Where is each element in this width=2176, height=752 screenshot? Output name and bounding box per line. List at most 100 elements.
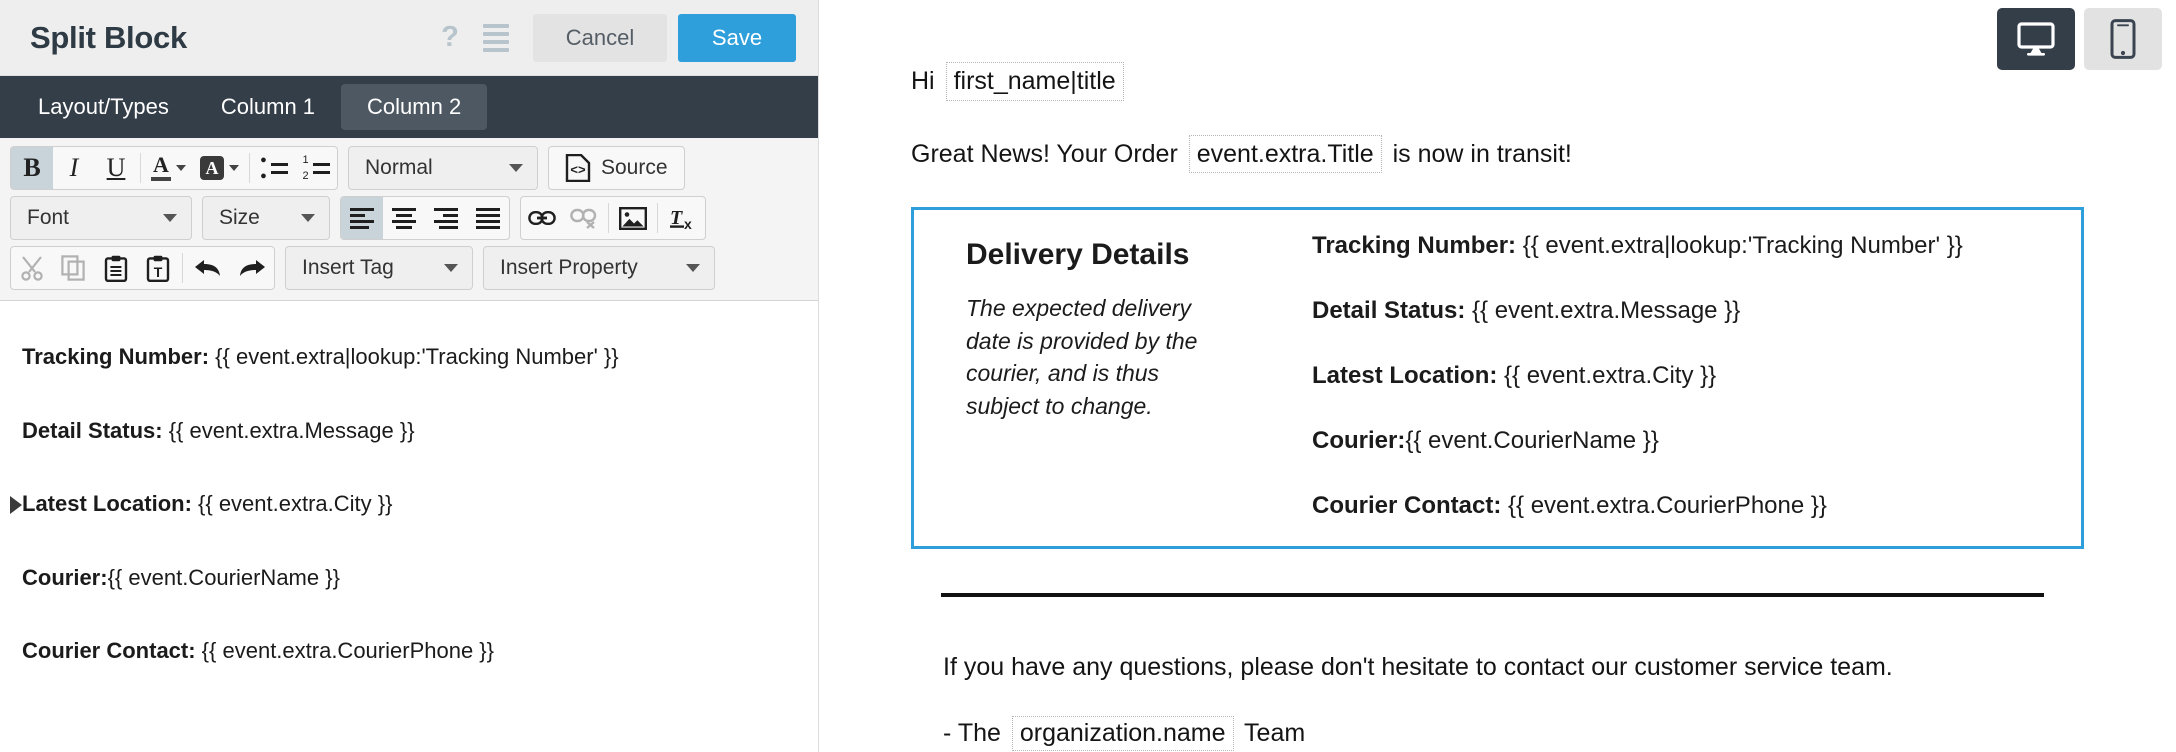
detail-row-label: Courier Contact: xyxy=(1312,492,1502,519)
source-button-label: Source xyxy=(601,156,668,179)
merge-tag-first-name[interactable]: first_name|title xyxy=(945,62,1124,101)
tab-bar: Layout/Types Column 1 Column 2 xyxy=(0,76,818,138)
delivery-details-left-column[interactable]: Delivery Details The expected delivery d… xyxy=(944,232,1296,423)
editor-line[interactable]: Courier Contact: {{ event.extra.CourierP… xyxy=(22,637,796,665)
detail-row: Latest Location: {{ event.extra.City }} xyxy=(1312,362,2051,390)
merge-tag-organization-name[interactable]: organization.name xyxy=(1011,716,1234,751)
editor-line[interactable]: Detail Status: {{ event.extra.Message }} xyxy=(22,417,796,445)
insert-group: T x xyxy=(520,196,706,240)
underline-icon: U xyxy=(106,153,126,182)
source-code-icon: <> xyxy=(565,154,591,182)
hamburger-icon[interactable] xyxy=(479,21,513,55)
detail-row-label: Courier: xyxy=(1312,427,1406,454)
background-color-button[interactable]: A xyxy=(193,147,246,189)
italic-button[interactable]: I xyxy=(53,147,95,189)
order-prefix: Great News! Your Order xyxy=(911,139,1185,168)
text-color-button[interactable]: A xyxy=(144,147,193,189)
align-left-button[interactable] xyxy=(341,197,383,239)
bold-button[interactable]: B xyxy=(11,147,53,189)
undo-button[interactable] xyxy=(186,247,230,289)
editor-line[interactable]: Latest Location: {{ event.extra.City }} xyxy=(10,490,796,518)
insert-image-button[interactable] xyxy=(612,197,654,239)
copy-button[interactable] xyxy=(53,247,95,289)
unlink-button[interactable] xyxy=(563,197,605,239)
chevron-down-icon xyxy=(509,164,523,172)
tab-column-2[interactable]: Column 2 xyxy=(341,84,488,130)
paste-as-text-button[interactable]: T xyxy=(137,247,179,289)
unlink-icon xyxy=(570,208,597,229)
copy-icon xyxy=(61,255,85,281)
rich-text-toolbar: B I U A A ● ● 1 2 Normal <> Source Font … xyxy=(0,138,818,301)
detail-row-label: Latest Location: xyxy=(1312,362,1498,389)
toolbar-row-1: B I U A A ● ● 1 2 Normal <> Source xyxy=(10,146,810,190)
redo-button[interactable] xyxy=(230,247,274,289)
text-color-swatch xyxy=(151,176,171,181)
font-size-value: Size xyxy=(219,206,260,229)
remove-format-button[interactable]: T x xyxy=(661,197,705,239)
align-justify-icon xyxy=(476,207,500,229)
insert-property-select[interactable]: Insert Property xyxy=(483,246,715,290)
cancel-button[interactable]: Cancel xyxy=(533,13,667,62)
source-button[interactable]: <> Source xyxy=(548,146,685,190)
chevron-down-icon xyxy=(301,214,315,222)
cut-button[interactable] xyxy=(11,247,53,289)
mobile-view-button[interactable] xyxy=(2084,8,2162,70)
question-mark-icon[interactable]: ? xyxy=(433,21,467,55)
greeting-paragraph[interactable]: Hi first_name|title xyxy=(911,62,2084,101)
detail-row-value: {{ event.CourierName }} xyxy=(1405,427,1659,454)
underline-button[interactable]: U xyxy=(95,147,137,189)
order-suffix: is now in transit! xyxy=(1385,139,1572,168)
insert-tag-select[interactable]: Insert Tag xyxy=(285,246,473,290)
selected-row-marker-icon xyxy=(10,496,22,514)
bulleted-list-icon: ● ● xyxy=(260,154,288,182)
save-button[interactable]: Save xyxy=(678,13,796,62)
chevron-down-icon xyxy=(686,264,700,272)
tab-layout-types[interactable]: Layout/Types xyxy=(12,84,195,130)
editor-line[interactable]: Tracking Number: {{ event.extra|lookup:'… xyxy=(22,343,796,371)
hamburger-glyph xyxy=(483,23,509,52)
signoff-paragraph[interactable]: - The organization.name Team xyxy=(943,716,2054,751)
delivery-details-right-column[interactable]: Tracking Number: {{ event.extra|lookup:'… xyxy=(1296,232,2051,520)
paste-button[interactable] xyxy=(95,247,137,289)
toolbar-row-2: Font Size T x xyxy=(10,196,810,240)
divider xyxy=(140,153,141,183)
align-justify-button[interactable] xyxy=(467,197,509,239)
delivery-details-block[interactable]: Delivery Details The expected delivery d… xyxy=(911,207,2084,549)
order-paragraph[interactable]: Great News! Your Order event.extra.Title… xyxy=(911,134,2084,173)
chevron-down-icon xyxy=(444,264,458,272)
editor-line-value: {{ event.extra.City }} xyxy=(191,491,393,516)
tab-column-1[interactable]: Column 1 xyxy=(195,84,341,130)
font-size-select[interactable]: Size xyxy=(202,196,330,240)
link-button[interactable] xyxy=(521,197,563,239)
font-family-select[interactable]: Font xyxy=(10,196,192,240)
merge-tag-event-title[interactable]: event.extra.Title xyxy=(1188,134,1382,173)
align-center-button[interactable] xyxy=(383,197,425,239)
scissors-icon xyxy=(21,256,43,281)
paragraph-format-select[interactable]: Normal xyxy=(348,146,538,190)
chevron-down-icon xyxy=(163,214,177,222)
editor-line[interactable]: Courier:{{ event.CourierName }} xyxy=(22,564,796,592)
text-style-group: B I U A A ● ● 1 2 xyxy=(10,146,338,190)
align-right-button[interactable] xyxy=(425,197,467,239)
questions-paragraph[interactable]: If you have any questions, please don't … xyxy=(943,653,2054,682)
divider xyxy=(249,153,250,183)
detail-row-label: Tracking Number: xyxy=(1312,232,1517,259)
remove-format-icon: T x xyxy=(670,207,692,231)
paste-icon xyxy=(104,255,128,282)
delivery-details-note: The expected delivery date is provided b… xyxy=(966,295,1198,419)
undo-arrow-icon xyxy=(195,260,220,276)
bold-icon: B xyxy=(23,153,41,182)
signoff-suffix: Team xyxy=(1237,719,1306,747)
paragraph-format-value: Normal xyxy=(365,156,433,179)
bulleted-list-button[interactable]: ● ● xyxy=(253,147,295,189)
numbered-list-button[interactable]: 12 xyxy=(295,147,337,189)
desktop-view-button[interactable] xyxy=(1997,8,2075,70)
editable-content-area[interactable]: Tracking Number: {{ event.extra|lookup:'… xyxy=(0,301,818,752)
detail-row-value: {{ event.extra.Message }} xyxy=(1465,297,1741,324)
detail-row: Courier Contact: {{ event.extra.CourierP… xyxy=(1312,492,2051,520)
divider xyxy=(657,203,658,233)
divider xyxy=(182,253,183,283)
editor-line-value: {{ event.extra|lookup:'Tracking Number' … xyxy=(209,344,619,369)
delivery-details-heading: Delivery Details xyxy=(966,238,1190,271)
chevron-down-icon xyxy=(176,165,186,171)
